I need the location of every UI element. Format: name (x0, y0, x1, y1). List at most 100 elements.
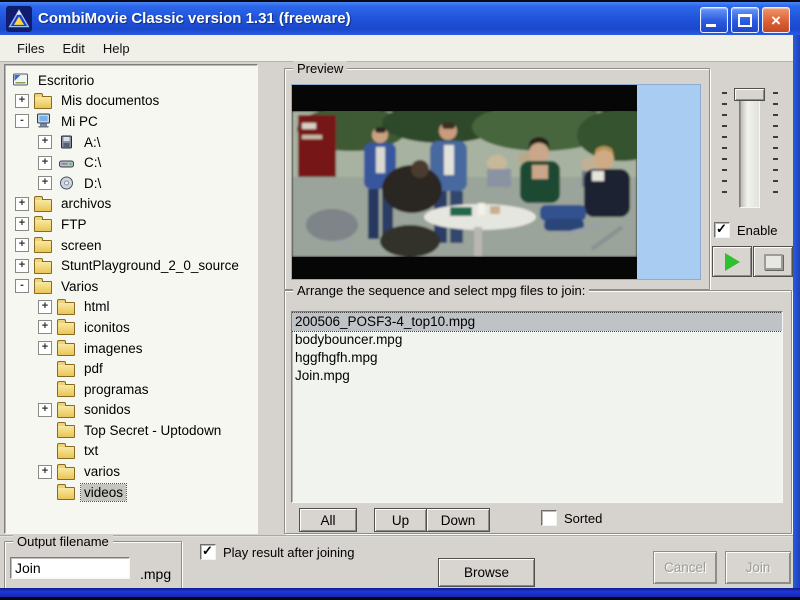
app-icon (6, 5, 32, 32)
tree-item-html[interactable]: + html (9, 297, 257, 318)
expander-icon[interactable]: + (38, 176, 52, 191)
cancel-button[interactable]: Cancel (653, 551, 717, 584)
expander-icon[interactable]: + (38, 135, 52, 150)
file-list-item[interactable]: Join.mpg (292, 367, 782, 385)
tree-item-varios-child[interactable]: + varios (9, 461, 257, 482)
tree-item-stuntplayground[interactable]: + StuntPlayground_2_0_source (9, 255, 257, 276)
tree-item-sonidos[interactable]: + sonidos (9, 400, 257, 421)
close-icon: × (771, 10, 781, 30)
folder-icon (57, 381, 75, 398)
up-button[interactable]: Up (374, 508, 427, 532)
folder-icon (57, 484, 75, 501)
tree-item-pdf[interactable]: pdf (9, 358, 257, 379)
tree-item-drive-c[interactable]: + C:\ (9, 152, 257, 173)
expander-icon[interactable]: + (15, 238, 29, 253)
tree-item-label: imagenes (84, 340, 143, 356)
expander-icon[interactable]: + (15, 258, 29, 273)
expander-icon[interactable]: + (15, 93, 29, 108)
tree-item-top-secret[interactable]: Top Secret - Uptodown (9, 420, 257, 441)
stop-button[interactable] (753, 246, 793, 277)
tree-item-label: videos (79, 482, 128, 502)
title-bar[interactable]: CombiMovie Classic version 1.31 (freewar… (0, 2, 800, 35)
tree-item-imagenes[interactable]: + imagenes (9, 338, 257, 359)
sorted-label: Sorted (564, 510, 603, 526)
tree-item-label: FTP (61, 216, 87, 232)
tree-item-mis-documentos[interactable]: + Mis documentos (9, 91, 257, 112)
enable-checkbox[interactable] (714, 221, 730, 238)
window-bottom-edge (0, 588, 800, 597)
folder-icon (34, 257, 52, 274)
expander-icon[interactable]: + (38, 341, 52, 356)
tree-item-label: varios (84, 464, 121, 480)
expander-icon[interactable]: - (15, 279, 29, 294)
tree-item-label: Mis documentos (61, 93, 160, 109)
tree-item-videos[interactable]: videos (9, 482, 257, 503)
tree-item-label: C:\ (84, 155, 102, 171)
sorted-checkbox-row[interactable]: Sorted (541, 510, 602, 526)
folder-icon (57, 340, 75, 357)
tree-item-varios-parent[interactable]: - Varios (9, 276, 257, 297)
file-list-item[interactable]: bodybouncer.mpg (292, 331, 782, 349)
expander-icon[interactable]: + (38, 402, 52, 417)
sorted-checkbox[interactable] (541, 510, 557, 526)
file-list-item[interactable]: hggfhgfh.mpg (292, 349, 782, 367)
app-window: CombiMovie Classic version 1.31 (freewar… (0, 0, 800, 600)
tree-item-escritorio[interactable]: Escritorio (9, 70, 257, 91)
folder-icon (57, 401, 75, 418)
enable-checkbox-row[interactable]: Enable (714, 221, 777, 238)
tree-item-label: A:\ (84, 134, 101, 150)
down-button[interactable]: Down (426, 508, 490, 532)
expander-icon[interactable]: + (38, 155, 52, 170)
preview-group-label: Preview (293, 61, 348, 76)
close-button[interactable]: × (762, 7, 790, 33)
minimize-icon (706, 24, 716, 27)
tree-item-ftp[interactable]: + FTP (9, 214, 257, 235)
expander-icon[interactable]: + (38, 299, 52, 314)
slider-thumb[interactable] (734, 88, 765, 101)
expander-icon[interactable]: + (15, 217, 29, 232)
folder-icon (34, 237, 52, 254)
play-after-checkbox-row[interactable]: Play result after joining (200, 543, 355, 560)
tree-item-label: StuntPlayground_2_0_source (61, 258, 239, 274)
tree-item-archivos[interactable]: + archivos (9, 194, 257, 215)
minimize-button[interactable] (700, 7, 728, 33)
folder-icon (34, 278, 52, 295)
play-after-checkbox[interactable] (200, 543, 216, 560)
expander-icon[interactable]: - (15, 114, 29, 129)
play-after-label: Play result after joining (223, 544, 355, 560)
play-button[interactable] (712, 246, 752, 277)
tree-item-mi-pc[interactable]: - Mi PC (9, 111, 257, 132)
slider-ticks-right (773, 92, 778, 202)
desktop-icon (11, 73, 29, 88)
expander-icon[interactable]: + (38, 464, 52, 479)
tree-item-label: txt (84, 443, 99, 459)
tree-item-screen[interactable]: + screen (9, 235, 257, 256)
tree-item-iconitos[interactable]: + iconitos (9, 317, 257, 338)
computer-icon (34, 113, 52, 129)
tree-item-label: Mi PC (61, 113, 98, 129)
tree-item-drive-a[interactable]: + A:\ (9, 132, 257, 153)
volume-slider[interactable] (722, 86, 778, 210)
tree-item-txt[interactable]: txt (9, 441, 257, 462)
tree-item-drive-d[interactable]: + D:\ (9, 173, 257, 194)
expander-icon[interactable]: + (15, 196, 29, 211)
window-title: CombiMovie Classic version 1.31 (freewar… (38, 10, 351, 27)
stop-icon (763, 253, 783, 270)
menu-help[interactable]: Help (94, 38, 139, 59)
slider-track[interactable] (739, 88, 760, 208)
output-filename-input[interactable] (10, 557, 130, 579)
extension-label: .mpg (140, 566, 172, 582)
menu-edit[interactable]: Edit (53, 38, 93, 59)
folder-tree[interactable]: Escritorio + Mis documentos - Mi PC + A:… (4, 64, 258, 534)
tree-item-programas[interactable]: programas (9, 379, 257, 400)
file-list-item[interactable]: 200506_POSF3-4_top10.mpg (292, 312, 782, 332)
maximize-button[interactable] (731, 7, 759, 33)
join-button[interactable]: Join (725, 551, 791, 584)
all-button[interactable]: All (299, 508, 357, 532)
browse-button[interactable]: Browse (438, 558, 535, 587)
menu-files[interactable]: Files (8, 38, 53, 59)
folder-icon (34, 216, 52, 233)
file-list[interactable]: 200506_POSF3-4_top10.mpg bodybouncer.mpg… (291, 311, 783, 503)
tree-item-label: D:\ (84, 175, 102, 191)
expander-icon[interactable]: + (38, 320, 52, 335)
